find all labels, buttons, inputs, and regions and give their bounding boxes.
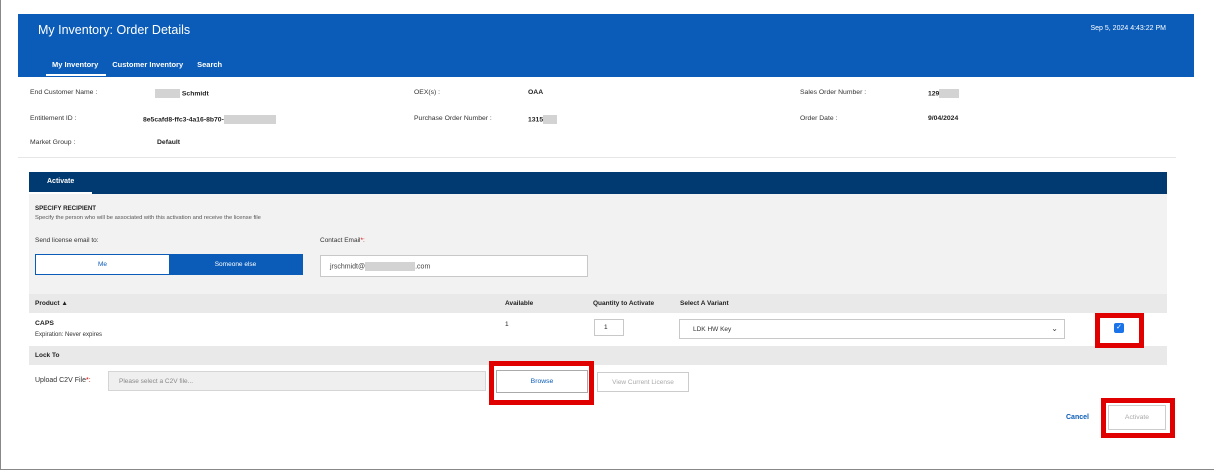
table-row: CAPS Expiration: Never expires 1 1 LDK H… xyxy=(29,313,1167,346)
lock-to-label: Lock To xyxy=(35,352,60,359)
redacted-block xyxy=(543,115,558,124)
redacted-block xyxy=(365,262,416,271)
row-checkbox[interactable]: ✓ xyxy=(1114,323,1124,333)
nav-tabs: My Inventory Customer Inventory Search xyxy=(46,58,230,76)
quantity-input[interactable]: 1 xyxy=(594,319,624,336)
browse-button[interactable]: Browse xyxy=(496,370,588,393)
oex-value: OAA xyxy=(528,89,544,96)
oex-label: OEX(s) : xyxy=(414,89,441,96)
send-license-label: Send license email to: xyxy=(35,237,99,244)
redacted-block xyxy=(155,89,180,98)
contact-email-label: Contact Email*: xyxy=(320,237,365,244)
column-variant: Select A Variant xyxy=(680,300,729,307)
column-product-sort[interactable]: Product ▲ xyxy=(35,300,68,307)
timestamp: Sep 5, 2024 4:43:22 PM xyxy=(1090,25,1167,32)
po-label: Purchase Order Number : xyxy=(414,115,492,122)
tab-activate[interactable]: Activate xyxy=(29,172,93,194)
recipient-me-option[interactable]: Me xyxy=(36,255,169,274)
redacted-block xyxy=(939,89,960,98)
cancel-button[interactable]: Cancel xyxy=(1066,414,1089,421)
column-quantity: Quantity to Activate xyxy=(593,300,655,307)
sales-order-value: 129 xyxy=(928,89,960,98)
entitlement-value: 8e5cafd8-ffc3-4a16-8b70- xyxy=(143,115,276,124)
recipient-title: SPECIFY RECIPIENT xyxy=(35,205,97,212)
market-group-label: Market Group : xyxy=(30,139,76,146)
end-customer-label: End Customer Name : xyxy=(30,89,98,96)
recipient-panel: SPECIFY RECIPIENT Specify the person who… xyxy=(29,194,1167,294)
product-table-header: Product ▲ Available Quantity to Activate… xyxy=(29,294,1167,313)
tab-search[interactable]: Search xyxy=(191,58,230,76)
c2v-file-input[interactable]: Please select a C2V file... xyxy=(108,371,486,391)
order-date-label: Order Date : xyxy=(800,115,838,122)
redacted-block xyxy=(223,115,276,124)
entitlement-label: Entitlement ID : xyxy=(30,115,77,122)
recipient-subtitle: Specify the person who will be associate… xyxy=(35,215,261,221)
page-title: My Inventory: Order Details xyxy=(38,23,191,37)
order-date-value: 9/04/2024 xyxy=(928,115,959,122)
available-count: 1 xyxy=(505,321,509,328)
activate-bar: Activate xyxy=(29,172,1167,194)
view-current-license-button[interactable]: View Current License xyxy=(597,372,689,392)
page-header: My Inventory: Order Details Sep 5, 2024 … xyxy=(18,14,1194,77)
po-value: 1315 xyxy=(528,115,558,124)
chevron-down-icon: ⌄ xyxy=(1051,324,1058,333)
end-customer-value: Schmidt xyxy=(155,89,209,98)
tab-customer-inventory[interactable]: Customer Inventory xyxy=(106,58,191,76)
sales-order-label: Sales Order Number : xyxy=(800,89,867,96)
recipient-toggle: Me Someone else xyxy=(35,254,303,275)
variant-select[interactable]: LDK HW Key ⌄ xyxy=(679,319,1065,339)
column-available: Available xyxy=(505,300,534,307)
activate-button[interactable]: Activate xyxy=(1108,405,1166,430)
tab-my-inventory[interactable]: My Inventory xyxy=(46,58,107,76)
upload-c2v-label: Upload C2V File*: xyxy=(35,377,91,384)
product-expiration: Expiration: Never expires xyxy=(35,332,103,338)
lock-to-section: Lock To xyxy=(29,346,1167,365)
product-name: CAPS xyxy=(35,320,54,327)
divider xyxy=(18,157,1176,158)
recipient-someone-else-option[interactable]: Someone else xyxy=(169,255,302,274)
contact-email-field[interactable]: jrschmidt@ .com xyxy=(320,255,588,277)
market-group-value: Default xyxy=(157,139,181,146)
variant-value: LDK HW Key xyxy=(693,326,732,333)
